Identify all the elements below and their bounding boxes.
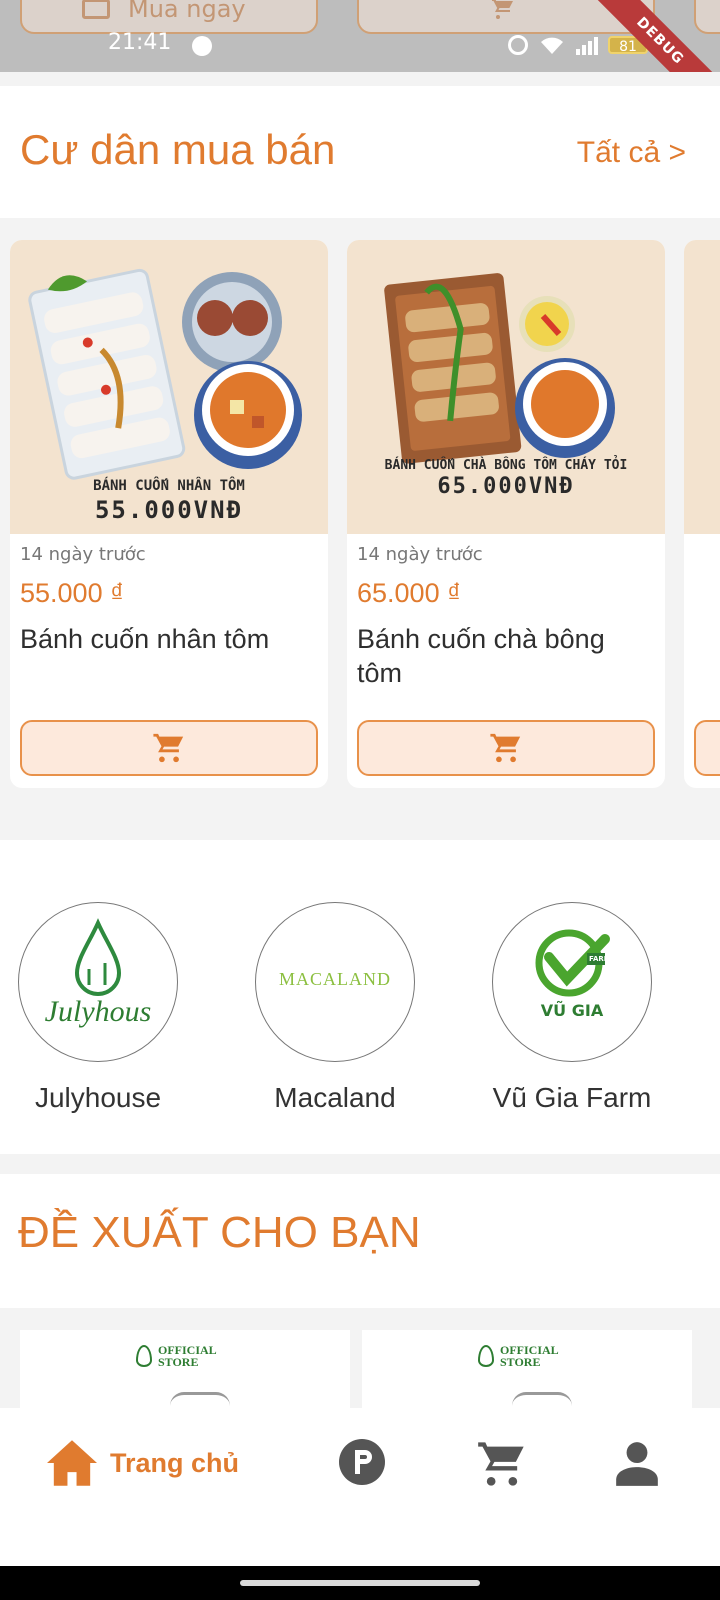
- store-item[interactable]: MACALAND Macaland: [255, 902, 415, 1114]
- recommend-card[interactable]: OFFICIAL STORE: [20, 1330, 350, 1408]
- image-caption: BÁNH CUỐN CHÀ BÔNG TÔM CHÁY TỎI: [384, 458, 628, 473]
- home-icon: [47, 1440, 97, 1486]
- stores-row: Julyhous Julyhouse MACALAND Macaland FAR…: [0, 840, 720, 1154]
- product-card[interactable]: [684, 240, 720, 788]
- product-card[interactable]: BÁNH CUỐN NHÂN TÔM 55.000VNĐ 14 ngày trư…: [10, 240, 328, 788]
- recommend-card[interactable]: OFFICIAL STORE: [362, 1330, 692, 1408]
- leaf-icon: [478, 1345, 494, 1367]
- top-overlay: Mua ngay 21:41 81 DEBUG: [0, 0, 720, 72]
- store-logo: Julyhous: [18, 902, 178, 1062]
- official-store-badge: OFFICIAL STORE: [136, 1344, 217, 1368]
- add-to-cart-button[interactable]: [20, 720, 318, 776]
- badge-line2: STORE: [158, 1355, 199, 1369]
- product-image: [684, 240, 720, 534]
- status-bar: 21:41 81: [0, 28, 720, 64]
- product-name: Bánh cuốn chà bông tôm: [357, 624, 605, 688]
- buy-now-label: Mua ngay: [128, 0, 246, 23]
- leaf-icon: [136, 1345, 152, 1367]
- bottom-navigation: Trang chủ: [0, 1408, 720, 1566]
- product-price: 65.000 ₫: [357, 578, 461, 608]
- nav-points[interactable]: [338, 1438, 386, 1486]
- store-logo: FARM VŨ GIA: [492, 902, 652, 1062]
- cart-icon: [478, 1442, 524, 1486]
- nav-home-label: Trang chủ: [110, 1447, 240, 1478]
- check-icon: [535, 929, 610, 997]
- add-to-cart-button[interactable]: [357, 720, 655, 776]
- store-name: Macaland: [274, 1082, 396, 1113]
- product-carousel[interactable]: BÁNH CUỐN NHÂN TÔM 55.000VNĐ 14 ngày trư…: [0, 218, 720, 822]
- posted-time: 14 ngày trước: [357, 544, 483, 565]
- nav-home[interactable]: Trang chủ: [44, 1438, 239, 1488]
- add-to-cart-button[interactable]: [694, 720, 720, 776]
- residents-section-header: Cư dân mua bán Tất cả >: [0, 86, 720, 218]
- recommend-section-header: ĐỀ XUẤT CHO BẠN: [0, 1174, 720, 1308]
- signal-icon: [576, 35, 598, 55]
- product-card[interactable]: BÁNH CUỐN CHÀ BÔNG TÔM CHÁY TỎI 65.000VN…: [347, 240, 665, 788]
- nav-cart[interactable]: [474, 1438, 530, 1490]
- store-name: Julyhouse: [34, 1082, 162, 1113]
- nav-profile[interactable]: [612, 1438, 662, 1488]
- product-price: 55.000 ₫: [20, 578, 124, 608]
- badge-line2: STORE: [500, 1355, 541, 1369]
- clock: 21:41: [108, 30, 172, 55]
- drop-icon: [74, 918, 122, 996]
- system-navigation-bar: [0, 1566, 720, 1600]
- store-item[interactable]: FARM VŨ GIA Vũ Gia Farm: [492, 902, 652, 1114]
- image-caption: BÁNH CUỐN NHÂN TÔM: [93, 478, 245, 494]
- product-image: BÁNH CUỐN CHÀ BÔNG TÔM CHÁY TỎI 65.000VN…: [347, 240, 665, 534]
- points-icon: [339, 1439, 385, 1485]
- home-gesture-handle[interactable]: [240, 1580, 480, 1586]
- alarm-icon: [508, 35, 528, 55]
- wifi-icon: [541, 37, 563, 54]
- cart-icon: [490, 733, 521, 763]
- product-thumbnail: [512, 1392, 572, 1408]
- product-name: Bánh cuốn nhân tôm: [20, 624, 270, 654]
- product-image: BÁNH CUỐN NHÂN TÔM 55.000VNĐ: [10, 240, 328, 534]
- store-name: Vũ Gia Farm: [492, 1082, 652, 1113]
- image-price: 65.000VNĐ: [437, 474, 575, 499]
- image-price: 55.000VNĐ: [94, 496, 244, 524]
- store-logo-text: VŨ GIA: [540, 1001, 604, 1020]
- cart-icon: [153, 733, 184, 763]
- product-thumbnail: [170, 1392, 230, 1408]
- official-store-badge: OFFICIAL STORE: [478, 1344, 559, 1368]
- cart-icon: [492, 0, 513, 19]
- store-logo-badge: FARM: [589, 955, 611, 963]
- section-title: Cư dân mua bán: [20, 126, 336, 173]
- messenger-icon: [192, 36, 212, 56]
- store-logo-text: MACALAND: [278, 969, 391, 989]
- see-all-link[interactable]: Tất cả >: [577, 136, 686, 170]
- posted-time: 14 ngày trước: [20, 544, 146, 565]
- store-item[interactable]: Julyhous Julyhouse: [18, 902, 178, 1114]
- profile-icon: [616, 1442, 658, 1486]
- recommend-title: ĐỀ XUẤT CHO BẠN: [18, 1208, 421, 1257]
- recommend-grid: OFFICIAL STORE OFFICIAL STORE: [0, 1308, 720, 1408]
- card-icon: [82, 0, 110, 19]
- store-logo: MACALAND: [255, 902, 415, 1062]
- store-logo-text: Julyhous: [44, 995, 152, 1028]
